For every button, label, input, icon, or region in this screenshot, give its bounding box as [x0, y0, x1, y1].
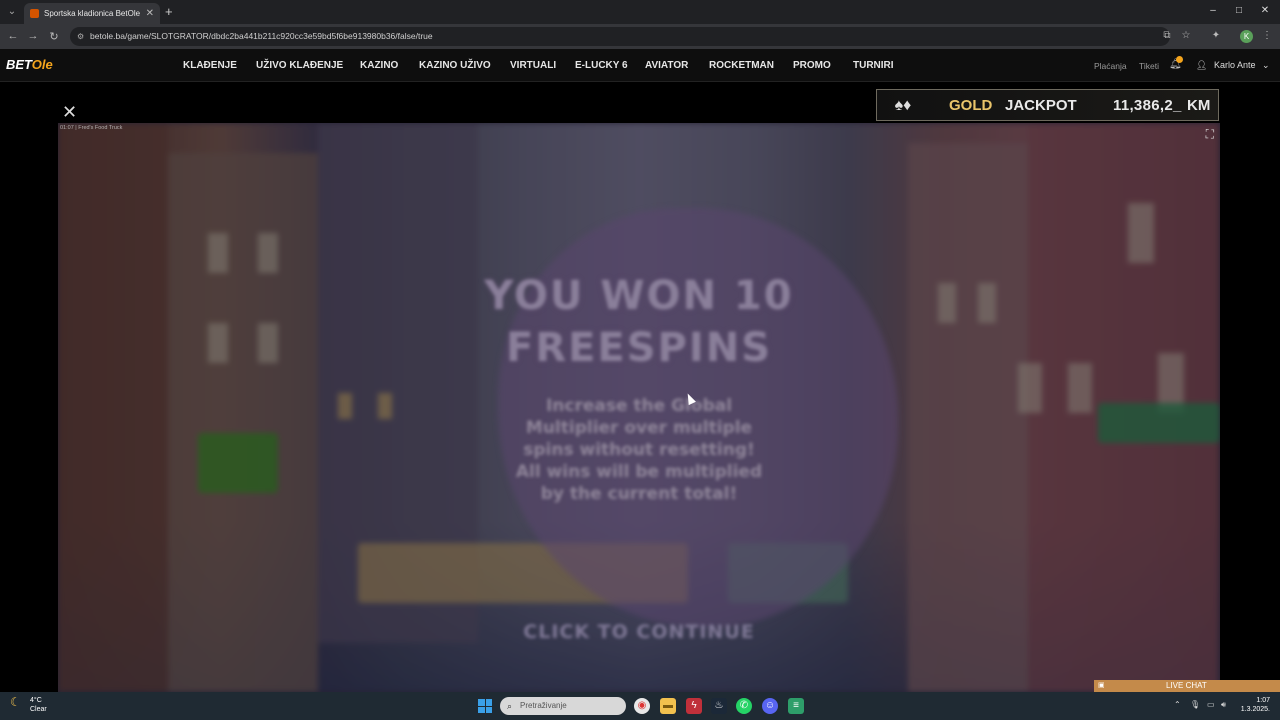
popup-title-line-2: FREESPINS — [505, 325, 773, 371]
install-app-icon[interactable]: ⧉ — [1160, 30, 1174, 41]
os-taskbar: ☾ 4°C Clear ⌕ Pretraživanje ◉ ▬ ϟ ♨ ✆ ☺ … — [0, 692, 1280, 720]
user-name: Karlo Ante — [1213, 60, 1256, 70]
maximize-button[interactable]: □ — [1227, 5, 1251, 16]
nav-kazino[interactable]: KAZINO — [360, 60, 398, 71]
site-info-icon[interactable]: ⚙ — [77, 27, 84, 46]
steam-icon[interactable]: ♨ — [711, 698, 727, 714]
jackpot-cards-icon: ♠♦ — [894, 97, 912, 114]
minimize-button[interactable]: – — [1201, 5, 1225, 16]
game-frame[interactable]: YOU WON 10 FREESPINS Increase the Global… — [58, 123, 1220, 692]
live-chat-button[interactable]: ▣ LIVE CHAT — [1094, 680, 1280, 692]
jackpot-tier: GOLD — [949, 97, 993, 114]
moon-icon: ☾ — [10, 695, 21, 709]
window-close-button[interactable]: ✕ — [1253, 5, 1277, 16]
new-tab-button[interactable]: + — [165, 5, 173, 19]
search-icon: ⌕ — [507, 701, 513, 711]
notifications-bell-icon[interactable]: 🔔︎ — [1169, 56, 1183, 70]
file-explorer-icon[interactable]: ▬ — [660, 698, 676, 714]
discord-icon[interactable]: ☺ — [762, 698, 778, 714]
game-info-text: 01:07 | Fred's Food Truck — [60, 125, 123, 131]
forward-arrow-icon[interactable]: → — [26, 30, 40, 42]
jackpot-banner: ♠♦ GOLD JACKPOT 11,386,2_ KM — [876, 89, 1219, 121]
tray-chevron-icon[interactable]: ⌃ — [1174, 700, 1181, 709]
clock-time: 1:07 — [1256, 697, 1270, 704]
popup-body-line: Multiplier over multiple — [525, 418, 753, 438]
site-header: BETOle KLAĐENJE UŽIVO KLAĐENJE KAZINO KA… — [0, 49, 1280, 82]
nav-rocketman[interactable]: ROCKETMAN — [709, 60, 774, 71]
back-arrow-icon[interactable]: ← — [6, 30, 20, 42]
jackpot-label: JACKPOT — [1005, 97, 1077, 114]
weather-condition: Clear — [30, 706, 47, 713]
tab-list-chevron-icon[interactable]: ⌄ — [5, 5, 19, 19]
popup-title-line-1: YOU WON 10 — [484, 273, 794, 319]
tickets-link[interactable]: Tiketi — [1139, 61, 1159, 71]
search-placeholder: Pretraživanje — [520, 701, 567, 710]
close-game-icon[interactable]: ✕ — [62, 103, 77, 121]
nav-e-lucky-6[interactable]: E-LUCKY 6 — [575, 60, 628, 71]
address-bar[interactable]: ⚙ betole.ba/game/SLOTGRATOR/dbdc2ba441b2… — [70, 27, 1170, 46]
url-text: betole.ba/game/SLOTGRATOR/dbdc2ba441b211… — [90, 31, 433, 41]
volume-icon[interactable]: 🔊︎ — [1221, 700, 1226, 710]
chrome-app-icon[interactable]: ◉ — [634, 698, 650, 714]
nav-turniri[interactable]: TURNIRI — [853, 60, 894, 71]
live-chat-label: LIVE CHAT — [1166, 681, 1207, 690]
network-icon[interactable]: ▭ — [1207, 700, 1215, 709]
browser-menu-icon[interactable]: ⋮ — [1260, 30, 1274, 41]
nav-aviator[interactable]: AVIATOR — [645, 60, 688, 71]
notification-badge — [1176, 56, 1183, 63]
site-favicon-icon — [30, 9, 39, 18]
nav-promo[interactable]: PROMO — [793, 60, 831, 71]
popup-body: Increase the Global Multiplier over mult… — [438, 395, 840, 505]
popup-body-line: Increase the Global — [545, 396, 733, 416]
fullscreen-icon[interactable]: ⛶ — [1206, 127, 1214, 142]
nav-kazino-uzivo[interactable]: KAZINO UŽIVO — [419, 60, 491, 71]
user-icon: 👤︎ — [1196, 60, 1208, 70]
nav-uzivo-kladenje[interactable]: UŽIVO KLAĐENJE — [256, 60, 343, 71]
taskbar-clock[interactable]: 1:07 1.3.2025. — [1238, 696, 1270, 714]
popup-body-line: All wins will be multiplied — [515, 462, 763, 482]
nav-virtuali[interactable]: VIRTUALI — [510, 60, 556, 71]
microphone-icon[interactable]: 🎙︎ — [1190, 700, 1200, 709]
browser-toolbar: ← → ↻ ⚙ betole.ba/game/SLOTGRATOR/dbdc2b… — [0, 24, 1280, 49]
app-lightning-icon[interactable]: ϟ — [686, 698, 702, 714]
tab-close-icon[interactable]: ✕ — [146, 8, 154, 19]
chevron-down-icon: ⌄ — [1262, 60, 1270, 70]
taskbar-search[interactable]: ⌕ Pretraživanje — [500, 697, 626, 715]
payments-link[interactable]: Plaćanja — [1094, 61, 1127, 71]
windows-start-icon[interactable] — [478, 699, 492, 713]
popup-body-line: spins without resetting! — [523, 440, 755, 460]
jackpot-amount: 11,386,2_ — [1113, 97, 1182, 114]
browser-tab[interactable]: Sportska kladionica BetOle ✕ — [24, 3, 160, 24]
reload-icon[interactable]: ↻ — [47, 30, 61, 43]
user-menu[interactable]: 👤︎ Karlo Ante ⌄ — [1196, 60, 1270, 71]
chat-icon: ▣ — [1098, 682, 1105, 689]
click-to-continue-button[interactable]: CLICK TO CONTINUE — [58, 621, 1220, 643]
nav-kladenje[interactable]: KLAĐENJE — [183, 60, 237, 71]
main-nav: KLAĐENJE UŽIVO KLAĐENJE KAZINO KAZINO UŽ… — [0, 49, 1280, 82]
jackpot-currency: KM — [1187, 97, 1211, 114]
extensions-icon[interactable]: ✦ — [1209, 30, 1223, 41]
profile-avatar[interactable]: K — [1240, 30, 1253, 43]
bookmark-star-icon[interactable]: ☆ — [1179, 30, 1193, 41]
browser-tab-strip: ⌄ Sportska kladionica BetOle ✕ + – □ ✕ — [0, 0, 1280, 24]
weather-temp: 4°C — [30, 697, 42, 704]
notes-app-icon[interactable]: ≡ — [788, 698, 804, 714]
whatsapp-icon[interactable]: ✆ — [736, 698, 752, 714]
clock-date: 1.3.2025. — [1240, 706, 1270, 713]
popup-body-line: by the current total! — [540, 484, 738, 504]
tab-title: Sportska kladionica BetOle — [44, 9, 141, 18]
